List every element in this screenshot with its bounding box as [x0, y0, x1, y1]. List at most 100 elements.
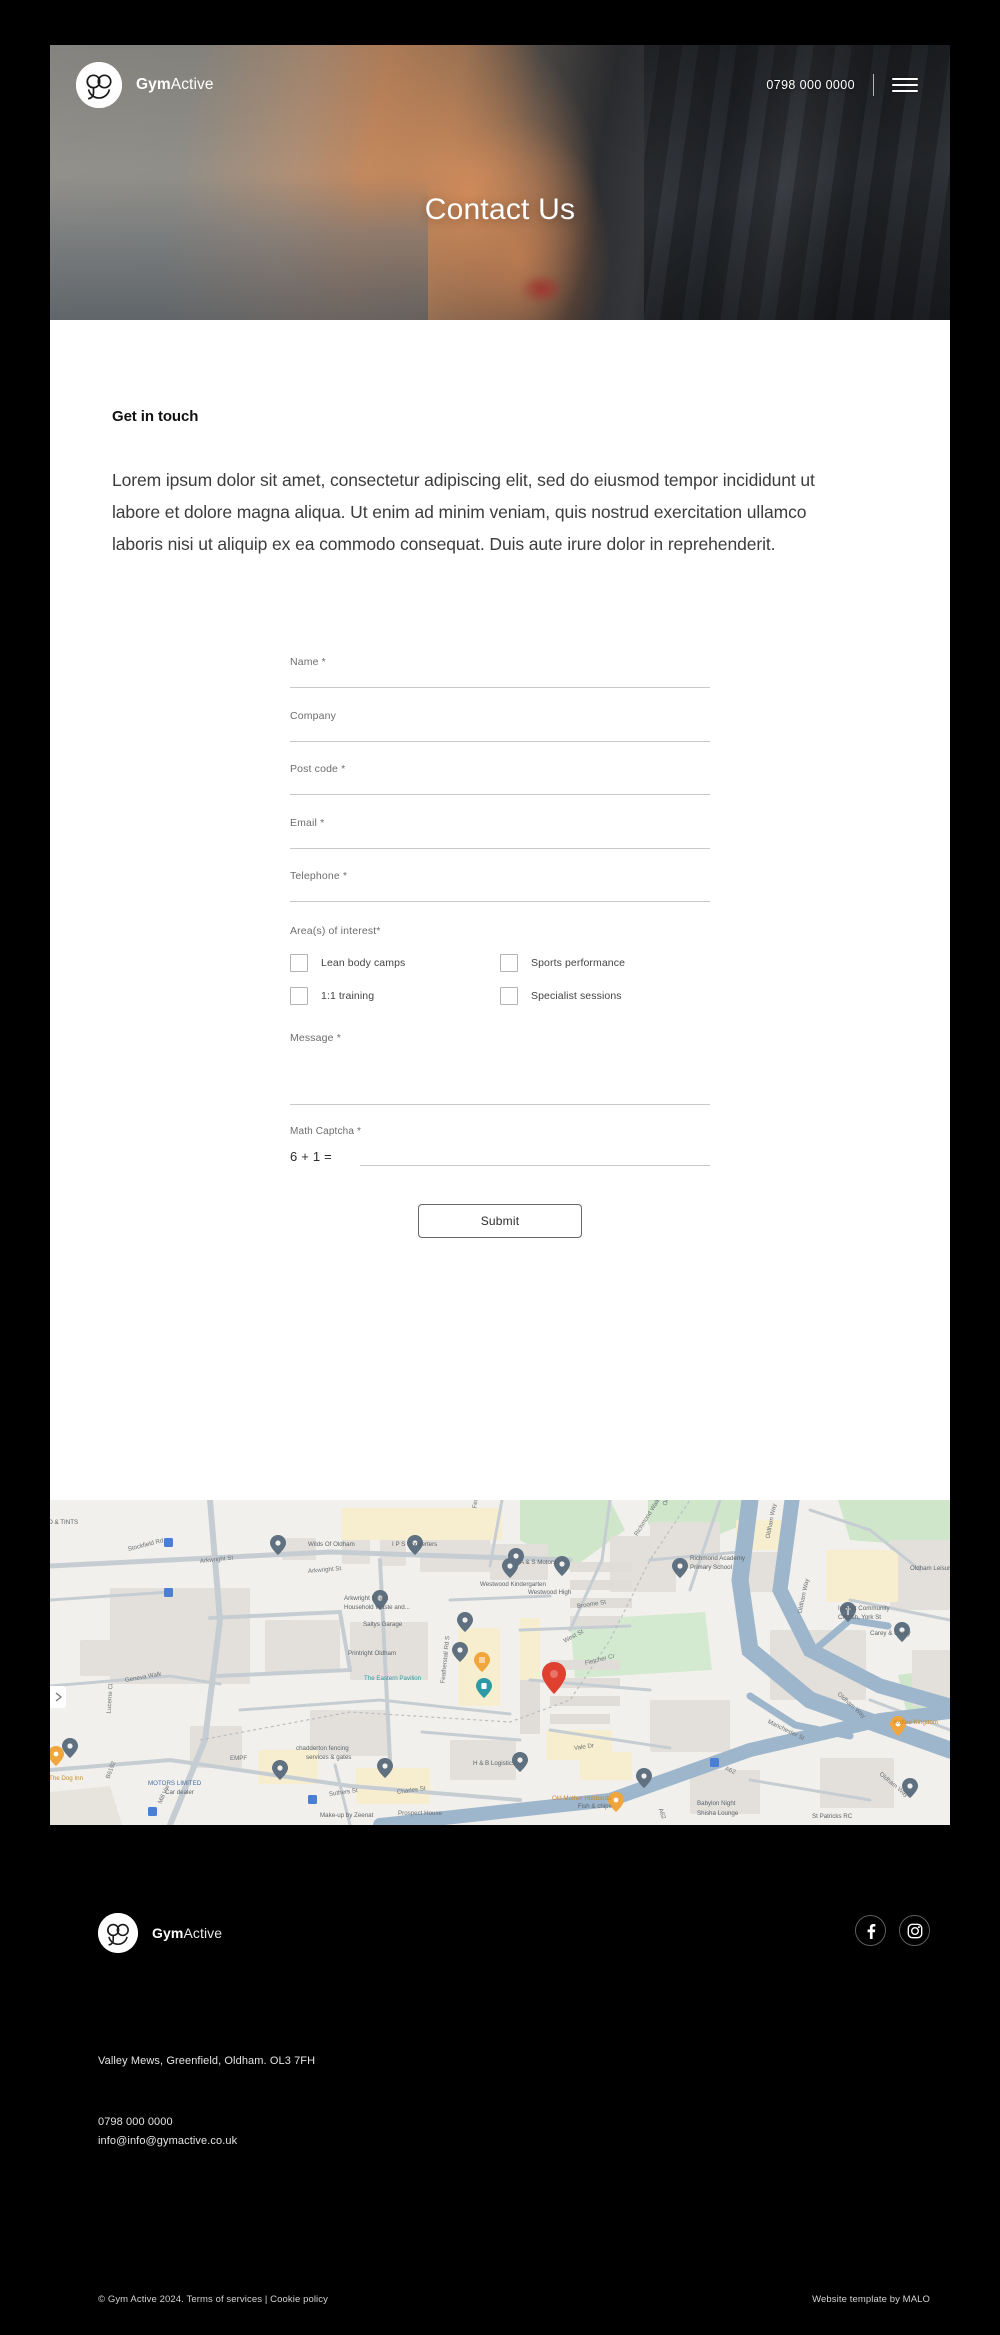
footer-brand-light: Active [183, 1925, 223, 1941]
map-poi-label: Westwood Kindergarten [480, 1581, 546, 1588]
submit-row: Submit [290, 1204, 710, 1238]
checkbox-label: Lean body camps [321, 957, 406, 969]
checkbox-1-1-training[interactable]: 1:1 training [290, 987, 500, 1005]
gym-active-circle-logo-icon [98, 1913, 138, 1953]
name-input[interactable] [290, 670, 710, 690]
checkbox-box[interactable] [290, 954, 308, 972]
field-underline [359, 1165, 710, 1166]
header-actions: 0798 000 0000 [766, 74, 918, 96]
field-email: Email * [290, 816, 710, 851]
map-poi-label: Old Mother Hubbards [552, 1795, 612, 1802]
checkbox-box[interactable] [500, 987, 518, 1005]
instagram-link[interactable] [899, 1915, 930, 1946]
facebook-link[interactable] [855, 1915, 886, 1946]
map-poi-label: Richmond Academy [690, 1555, 746, 1562]
field-name: Name * [290, 656, 710, 690]
cookie-policy-link[interactable]: Cookie policy [270, 2294, 328, 2305]
hamburger-menu-icon[interactable] [892, 78, 918, 92]
footer-contact: 0798 000 0000 info@info@gymactive.co.uk [98, 2113, 237, 2151]
map-poi-label: Printright Oldham [348, 1650, 397, 1657]
interest-checkbox-group: Lean body camps Sports performance 1:1 t… [290, 954, 710, 1005]
legal-separator: | [264, 2293, 268, 2305]
map-poi-label: Primary School [690, 1564, 732, 1571]
map-poi-label: Car dealer [165, 1789, 194, 1796]
footer-credit[interactable]: Website template by MALO [812, 2294, 930, 2305]
map-poi-label: H & B Logistics [473, 1760, 515, 1767]
checkbox-specialist-sessions[interactable]: Specialist sessions [500, 987, 710, 1005]
field-label-company: Company [290, 709, 336, 722]
terms-link[interactable]: Terms of services [186, 2294, 262, 2305]
message-textarea[interactable] [290, 1052, 710, 1104]
field-label-email: Email * [290, 816, 325, 829]
email-input[interactable] [290, 830, 710, 851]
map-poi-label: The Dog Inn [50, 1775, 84, 1782]
map-poi-label: St Patricks RC [812, 1813, 853, 1820]
copyright-text: © Gym Active 2024. [98, 2293, 184, 2305]
map-road-label: EMPF [230, 1755, 248, 1762]
map-poi-label: The Eastern Pavilion [364, 1675, 422, 1682]
company-input[interactable] [290, 723, 710, 744]
checkbox-lean-body-camps[interactable]: Lean body camps [290, 954, 500, 972]
checkbox-label: Specialist sessions [531, 990, 622, 1002]
footer-email[interactable]: info@info@gymactive.co.uk [98, 2132, 237, 2151]
map-poi-label: Wilds Of Oldham [308, 1541, 355, 1548]
content-sheet: Get in touch Lorem ipsum dolor sit amet,… [50, 320, 950, 1500]
header-phone[interactable]: 0798 000 0000 [766, 78, 855, 92]
field-underline [290, 1104, 710, 1105]
submit-button[interactable]: Submit [418, 1204, 582, 1238]
map-poi-label: Impact Community [838, 1605, 890, 1612]
header-divider [873, 74, 874, 96]
facebook-icon [867, 1923, 875, 1939]
captcha-question: 6 + 1 = [290, 1149, 332, 1164]
footer-bottom-bar: © Gym Active 2024. Terms of services | C… [0, 2263, 1000, 2335]
map-road-label: Prospect House [398, 1810, 443, 1817]
captcha-label: Math Captcha * [290, 1126, 362, 1137]
section-heading: Get in touch [112, 408, 199, 425]
field-label-telephone: Telephone * [290, 870, 348, 882]
brand-name-bold: Gym [136, 76, 171, 93]
field-label-postcode: Post code * [290, 763, 346, 775]
map-poi-label: A & S Motors [520, 1559, 557, 1566]
contact-form: Name * Company Post code * Email * Telep… [290, 656, 710, 1238]
field-postcode: Post code * [290, 763, 710, 797]
postcode-input[interactable] [290, 777, 710, 797]
map-poi-label: I P S Converters [392, 1541, 438, 1548]
captcha-input[interactable] [359, 1147, 710, 1165]
site-header: GymActive 0798 000 0000 [50, 45, 950, 125]
checkbox-box[interactable] [290, 987, 308, 1005]
map-poi-label: Household Waste and... [344, 1604, 410, 1611]
location-map[interactable]: Venda Valet Stockfield RdArkwright StArk… [50, 1500, 950, 1825]
footer-legal: © Gym Active 2024. Terms of services | C… [98, 2294, 328, 2305]
field-company: Company [290, 709, 710, 744]
footer-address: Valley Mews, Greenfield, Oldham. OL3 7FH [98, 2055, 316, 2067]
field-telephone: Telephone * [290, 870, 710, 904]
map-poi-label: Babylon Night [697, 1800, 736, 1807]
map-poi-label: Koffee Kingdom [894, 1719, 938, 1726]
interest-group-label: Area(s) of interest* [290, 925, 381, 937]
map-poi-label: Arkwright Street [344, 1595, 389, 1602]
checkbox-label: Sports performance [531, 957, 626, 969]
checkbox-box[interactable] [500, 954, 518, 972]
field-captcha: Math Captcha * 6 + 1 = [290, 1126, 710, 1166]
map-poi-label: Carey & Carey [870, 1630, 911, 1637]
map-poi-label: Saltys Garage [363, 1621, 403, 1628]
telephone-input[interactable] [290, 884, 710, 904]
map-poi-label: Shisha Lounge [697, 1810, 739, 1817]
map-poi-label: MOTORS LIMITED [148, 1780, 202, 1787]
brand-logo[interactable]: GymActive [76, 62, 214, 108]
map-poi-label: Fish & chips [578, 1803, 612, 1810]
intro-paragraph: Lorem ipsum dolor sit amet, consectetur … [112, 470, 815, 554]
footer-phone[interactable]: 0798 000 0000 [98, 2113, 237, 2132]
checkbox-sports-performance[interactable]: Sports performance [500, 954, 710, 972]
hero-banner: GymActive 0798 000 0000 Contact Us [50, 45, 950, 320]
captcha-input-wrap [359, 1147, 710, 1166]
map-poi-label: Church, York St [838, 1614, 881, 1621]
brand-name-light: Active [170, 76, 214, 93]
map-poi-label: chadderton fencing [296, 1745, 349, 1752]
field-label-message: Message * [290, 1032, 341, 1044]
site-footer: GymActive Valley Mews, Greenfield, Oldha… [0, 1825, 1000, 2335]
checkbox-label: 1:1 training [321, 990, 375, 1002]
map-canvas [50, 1500, 950, 1825]
footer-brand[interactable]: GymActive [98, 1913, 222, 1953]
gym-active-circle-logo-icon [76, 62, 122, 108]
